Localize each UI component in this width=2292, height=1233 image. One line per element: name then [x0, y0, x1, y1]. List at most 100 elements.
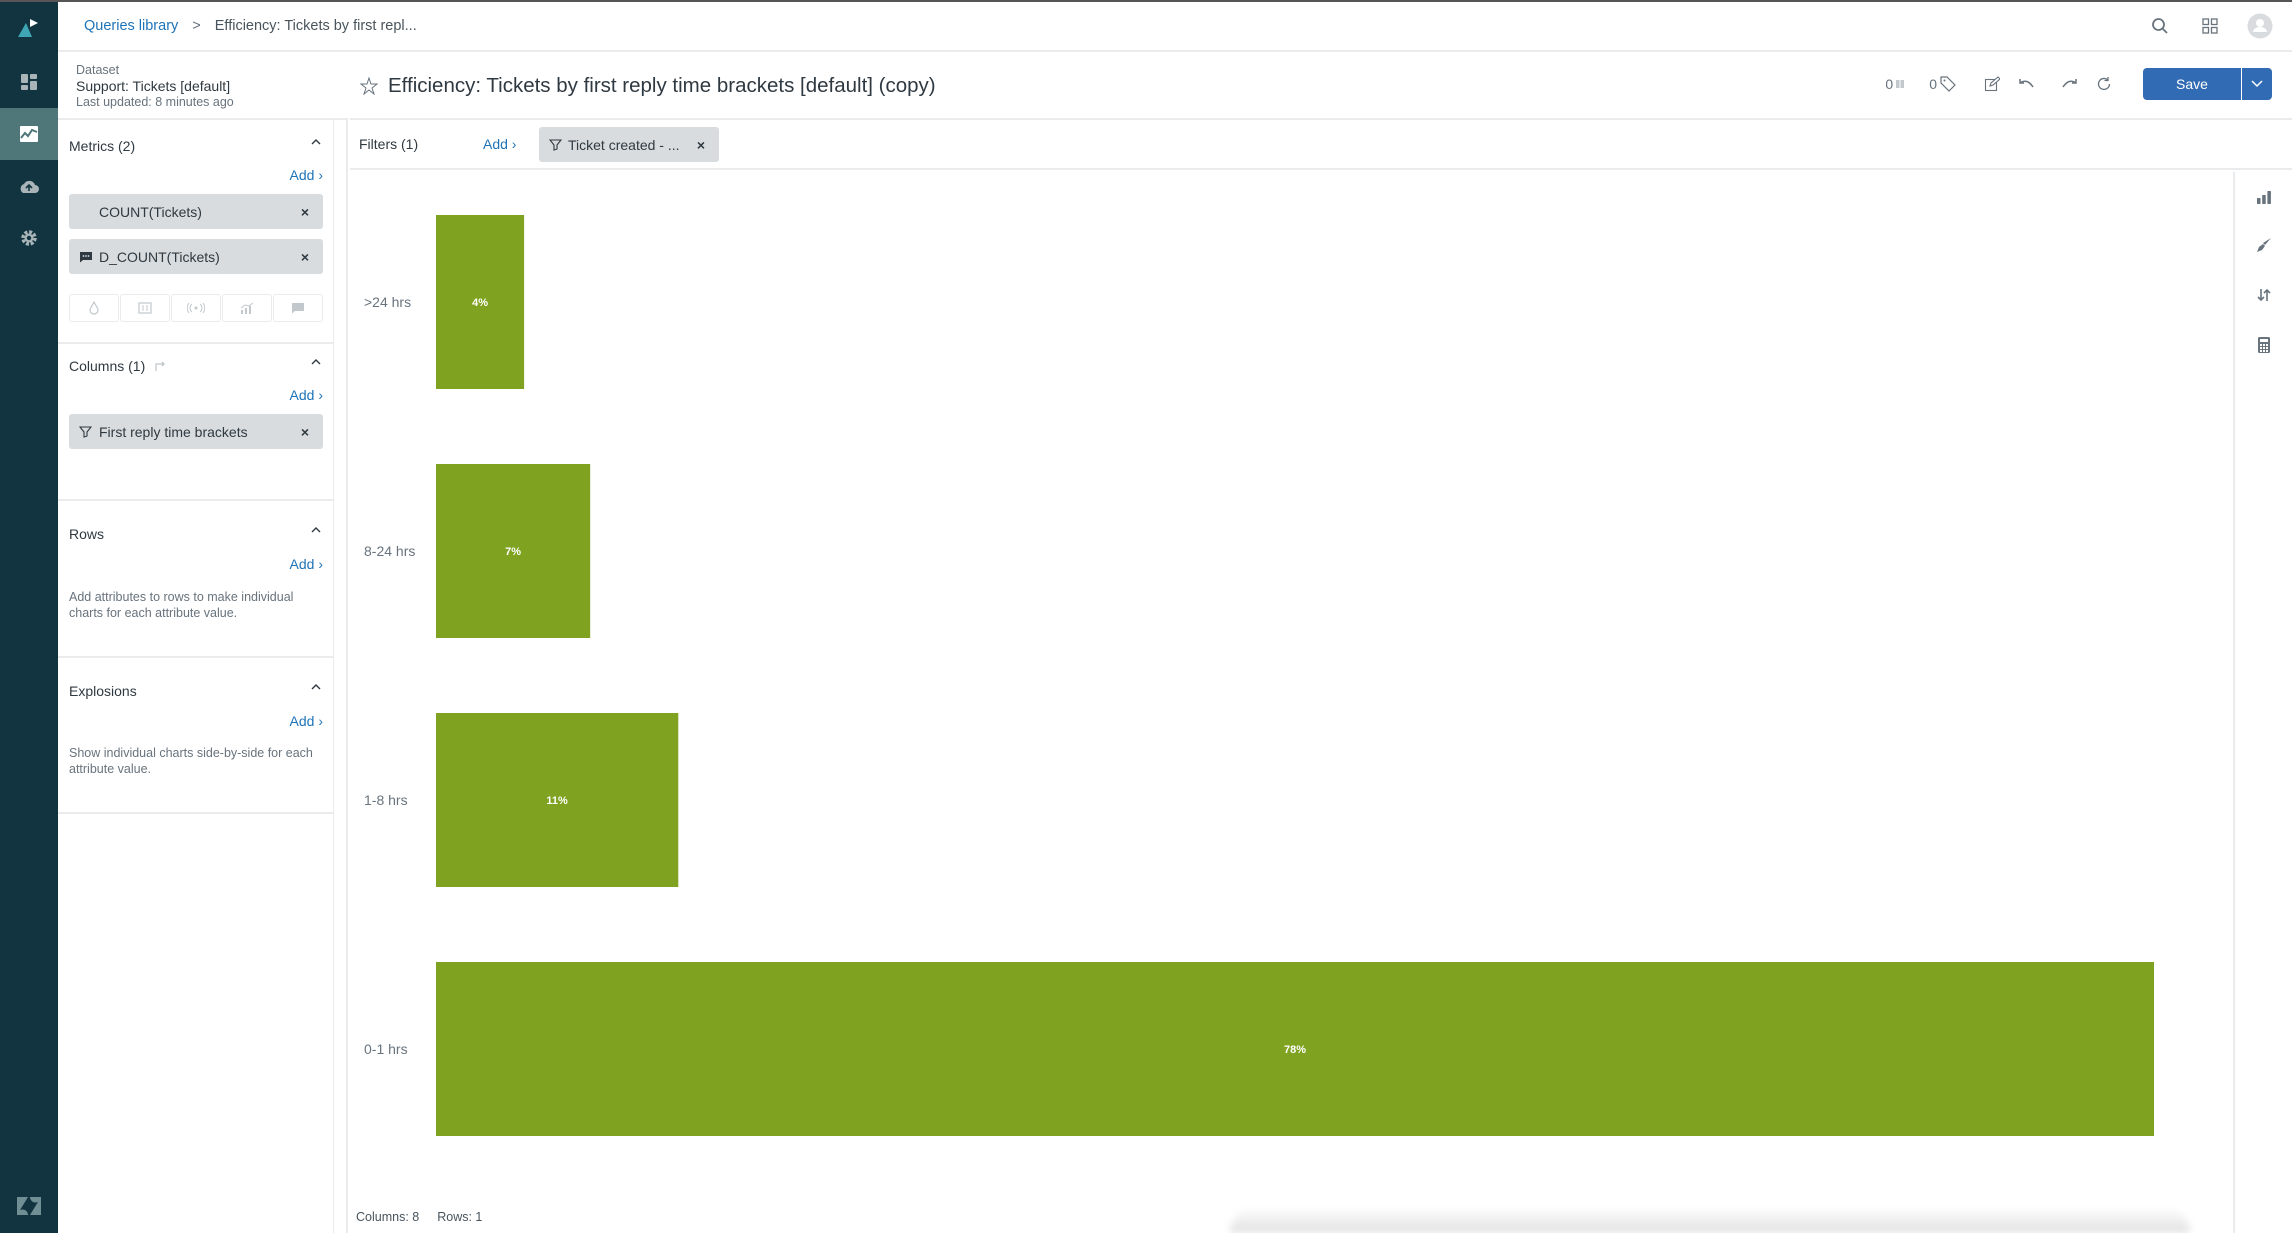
column-pill-first-reply-time-brackets[interactable]: First reply time brackets × [69, 414, 323, 449]
search-button[interactable] [2146, 12, 2174, 40]
nav-logo[interactable] [0, 2, 58, 54]
chart-type-button[interactable] [2251, 184, 2277, 210]
query-sidebar: Metrics (2) Add › COUNT(Tickets) × D_COU… [58, 120, 334, 1233]
remove-metric-button[interactable]: × [301, 249, 309, 265]
columns-add-link[interactable]: Add › [290, 387, 323, 403]
explosions-add-link[interactable]: Add › [290, 713, 323, 729]
query-title-bar: Efficiency: Tickets by first reply time … [350, 54, 2292, 120]
metric-option-trend[interactable] [222, 294, 272, 322]
bar-trend-icon [240, 302, 254, 314]
comment-icon [79, 250, 93, 264]
filter-pill-ticket-created[interactable]: Ticket created - ... × [539, 127, 719, 162]
user-avatar-icon [2247, 13, 2273, 39]
dataset-name[interactable]: Support: Tickets [default] [76, 78, 348, 94]
zendesk-logo-icon [17, 1197, 41, 1215]
metrics-section: Metrics (2) Add › COUNT(Tickets) × D_COU… [58, 120, 334, 344]
metric-option-broadcast[interactable] [171, 294, 221, 322]
edit-icon [1984, 76, 2000, 92]
nav-dashboards[interactable] [0, 56, 58, 108]
metric-options [69, 294, 323, 322]
column-pill-label: First reply time brackets [99, 423, 248, 440]
widgets-count: 0 [1885, 76, 1894, 92]
query-actions: 0 0 Save [1885, 68, 2272, 100]
sort-icon [2257, 288, 2271, 302]
columns-title-text: Columns (1) [69, 358, 146, 374]
columns-count: Columns: 8 [356, 1210, 420, 1224]
category-label: 8-24 hrs [364, 543, 415, 559]
dataset-updated: Last updated: 8 minutes ago [76, 95, 234, 109]
metric-pill-count-tickets[interactable]: COUNT(Tickets) × [69, 194, 323, 229]
rows-helper-text: Add attributes to rows to make individua… [69, 590, 294, 620]
user-menu-button[interactable] [2246, 12, 2274, 40]
metric-pill-dcount-tickets[interactable]: D_COUNT(Tickets) × [69, 239, 323, 274]
columns-title: Columns (1) [69, 358, 167, 374]
nav-zendesk-logo[interactable] [0, 1180, 58, 1232]
chevron-up-icon [311, 527, 321, 533]
calculator-icon [2258, 337, 2270, 353]
chevron-up-icon [311, 139, 321, 145]
bar-value-label: 78% [1284, 1044, 1306, 1056]
widgets-icon [1896, 80, 1905, 88]
nav-reports[interactable] [0, 108, 58, 160]
explosions-collapse-button[interactable] [308, 679, 324, 695]
chart-line-icon [20, 126, 38, 142]
text-columns-icon [138, 302, 152, 314]
metric-option-columns[interactable] [120, 294, 170, 322]
undo-icon [2019, 79, 2034, 88]
refresh-button[interactable] [2093, 73, 2115, 95]
remove-metric-button[interactable]: × [301, 204, 309, 220]
query-title[interactable]: Efficiency: Tickets by first reply time … [388, 74, 936, 98]
tags-counter[interactable]: 0 [1929, 75, 1957, 93]
apps-button[interactable] [2196, 12, 2224, 40]
nav-datasets[interactable] [0, 160, 58, 212]
metrics-add-link[interactable]: Add › [290, 167, 323, 183]
chevron-up-icon [311, 359, 321, 365]
top-bar: Queries library > Efficiency: Tickets by… [58, 2, 2292, 52]
redo-icon [2062, 79, 2077, 88]
columns-collapse-button[interactable] [308, 354, 324, 370]
edit-button[interactable] [1981, 73, 2003, 95]
explosions-helper-text: Show individual charts side-by-side for … [69, 746, 313, 776]
metric-option-color[interactable] [69, 294, 119, 322]
category-label: >24 hrs [364, 294, 411, 310]
sort-button[interactable] [2251, 282, 2277, 308]
result-stats: Columns: 8 Rows: 1 [356, 1210, 482, 1224]
rows-add-link[interactable]: Add › [290, 556, 323, 572]
category-label: 0-1 hrs [364, 1041, 408, 1057]
filters-add-link[interactable]: Add › [483, 136, 516, 152]
rows-collapse-button[interactable] [308, 522, 324, 538]
undo-button[interactable] [2015, 73, 2037, 95]
bar-chart: >24 hrs 4% 8-24 hrs 7% 1-8 hrs 11% 0-1 hrs 78% [364, 215, 2154, 1136]
nav-admin[interactable] [0, 212, 58, 264]
dashboard-icon [21, 74, 37, 90]
swap-icon[interactable] [153, 360, 167, 372]
metrics-collapse-button[interactable] [308, 134, 324, 150]
columns-section-body: Columns (1) Add › First reply time brack… [58, 344, 334, 501]
bar-group: 0-1 hrs 78% [364, 962, 2154, 1136]
remove-column-button[interactable]: × [301, 424, 309, 440]
remove-filter-button[interactable]: × [697, 137, 705, 153]
redo-button[interactable] [2059, 73, 2081, 95]
app-window: Queries library > Efficiency: Tickets by… [0, 0, 2292, 1233]
filter-icon [79, 425, 93, 439]
save-button[interactable]: Save [2143, 68, 2241, 100]
save-options-button[interactable] [2241, 68, 2272, 100]
calculations-button[interactable] [2251, 332, 2277, 358]
format-button[interactable] [2251, 232, 2277, 258]
left-nav [0, 2, 58, 1233]
drop-icon [89, 301, 99, 315]
widgets-counter[interactable]: 0 [1885, 76, 1905, 92]
favorite-button[interactable] [359, 76, 380, 97]
cloud-upload-icon [20, 180, 39, 193]
sidebar-resize-rail[interactable] [334, 120, 348, 1233]
chevron-up-icon [311, 684, 321, 690]
breadcrumb-separator: > [192, 18, 201, 34]
chevron-down-icon [2251, 80, 2263, 88]
bar-value-label: 11% [546, 795, 568, 807]
comment-icon [292, 303, 304, 314]
metric-option-comment[interactable] [273, 294, 323, 322]
chart-type-icon [2257, 191, 2271, 204]
rows-title: Rows [69, 526, 105, 542]
gear-icon [21, 230, 37, 246]
breadcrumb-queries-library[interactable]: Queries library [84, 18, 178, 34]
